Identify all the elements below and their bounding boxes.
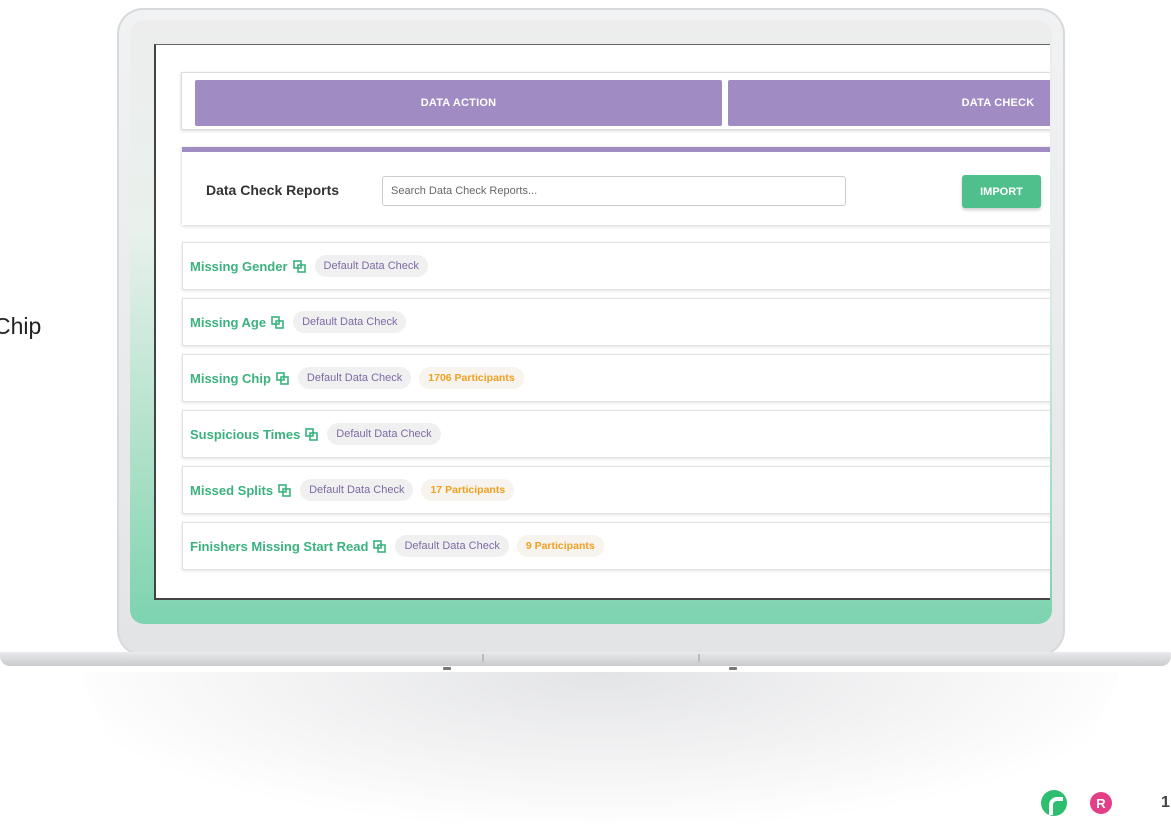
default-check-badge: Default Data Check: [314, 255, 428, 277]
tab-data-action[interactable]: DATA ACTION: [195, 80, 722, 126]
default-check-badge: Default Data Check: [395, 535, 509, 557]
default-check-badge: Default Data Check: [300, 479, 414, 501]
search-input[interactable]: [382, 176, 846, 206]
list-item[interactable]: Suspicious Times Default Data Check: [182, 410, 1050, 458]
default-check-badge: Default Data Check: [297, 367, 412, 389]
participants-badge: 9 Participants: [516, 535, 604, 557]
laptop-base: [0, 652, 1171, 666]
copy-icon[interactable]: [305, 427, 319, 441]
report-title-link[interactable]: Finishers Missing Start Read: [190, 539, 368, 554]
report-list: Missing Gender Default Data Check Missing …: [182, 242, 1050, 578]
report-title-link[interactable]: Suspicious Times: [190, 427, 300, 442]
page-title: Data Check Reports: [206, 182, 340, 198]
copy-icon[interactable]: [292, 259, 306, 273]
tabs-bar: DATA ACTION DATA CHECK: [181, 72, 1050, 130]
list-item[interactable]: Missing Chip Default Data Check 1706 Parti…: [182, 354, 1050, 402]
report-title-link[interactable]: Missing Age: [190, 315, 266, 330]
report-title-link[interactable]: Missing Gender: [190, 259, 288, 274]
copy-icon[interactable]: [276, 371, 289, 385]
participants-badge: 17 Participants: [421, 479, 515, 501]
side-caption-text: Chip: [0, 313, 42, 339]
base-foot: [443, 667, 451, 670]
reports-header: Data Check Reports IMPORT: [182, 147, 1050, 225]
copy-icon[interactable]: [278, 483, 291, 497]
page-number: 1: [1161, 794, 1170, 811]
base-hinge-mark: [698, 654, 700, 662]
list-item[interactable]: Missing Age Default Data Check: [182, 298, 1050, 346]
base-hinge-mark: [482, 654, 484, 662]
copy-icon[interactable]: [373, 539, 387, 553]
tab-data-check[interactable]: DATA CHECK: [728, 80, 1050, 126]
copy-icon[interactable]: [271, 315, 284, 329]
pink-logo-icon: R: [1090, 792, 1112, 814]
laptop-shadow: [80, 672, 1120, 822]
import-button[interactable]: IMPORT: [962, 175, 1041, 208]
default-check-badge: Default Data Check: [293, 311, 407, 333]
participants-badge: 1706 Participants: [419, 367, 524, 389]
default-check-badge: Default Data Check: [327, 423, 441, 445]
base-foot: [729, 667, 737, 670]
app-screen: DATA ACTION DATA CHECK Data Check Report…: [154, 44, 1050, 600]
list-item[interactable]: Missing Gender Default Data Check: [182, 242, 1050, 290]
green-logo-icon: [1041, 790, 1067, 816]
report-title-link[interactable]: Missing Chip: [190, 371, 271, 386]
report-title-link[interactable]: Missed Splits: [190, 483, 273, 498]
list-item[interactable]: Missed Splits Default Data Check 17 Partic…: [182, 466, 1050, 514]
list-item[interactable]: Finishers Missing Start Read Default Data…: [182, 522, 1050, 570]
